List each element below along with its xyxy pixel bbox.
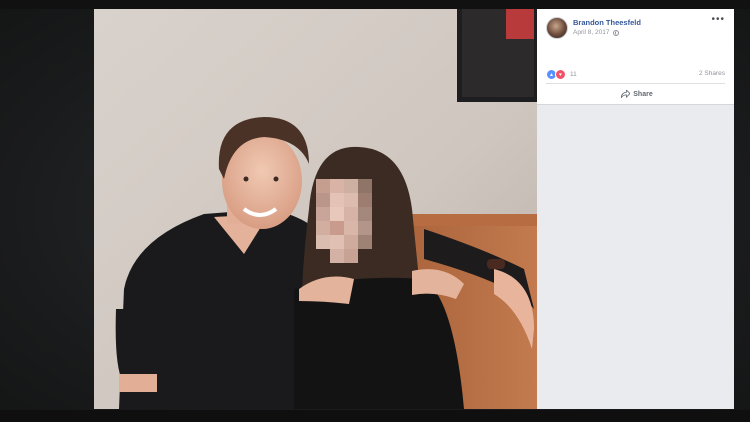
love-icon: ♥: [555, 69, 566, 80]
avatar[interactable]: [546, 17, 568, 39]
divider: [546, 83, 725, 84]
post-photo[interactable]: [94, 9, 537, 409]
top-letterbox: [0, 0, 750, 9]
post-side-panel: Brandon Theesfeld April 8, 2017 ••• ▲ ♥ …: [537, 9, 734, 409]
post-meta: April 8, 2017: [573, 29, 619, 36]
more-options-icon[interactable]: •••: [711, 15, 725, 25]
shares-count[interactable]: 2 Shares: [699, 70, 725, 77]
share-label: Share: [633, 90, 653, 98]
share-button[interactable]: Share: [607, 87, 667, 101]
reaction-count: 11: [570, 71, 577, 78]
post-date[interactable]: April 8, 2017: [573, 29, 610, 36]
globe-icon: [612, 29, 619, 36]
bottom-letterbox: [0, 410, 750, 422]
post-header-card: Brandon Theesfeld April 8, 2017 ••• ▲ ♥ …: [537, 9, 734, 105]
author-name[interactable]: Brandon Theesfeld: [573, 18, 641, 27]
share-icon: [621, 90, 631, 98]
facebook-photo-viewer: Brandon Theesfeld April 8, 2017 ••• ▲ ♥ …: [94, 9, 734, 409]
photo-image: [94, 9, 537, 409]
reaction-summary[interactable]: ▲ ♥ 11: [546, 69, 577, 80]
tv-screen-frame: Brandon Theesfeld April 8, 2017 ••• ▲ ♥ …: [0, 0, 750, 422]
